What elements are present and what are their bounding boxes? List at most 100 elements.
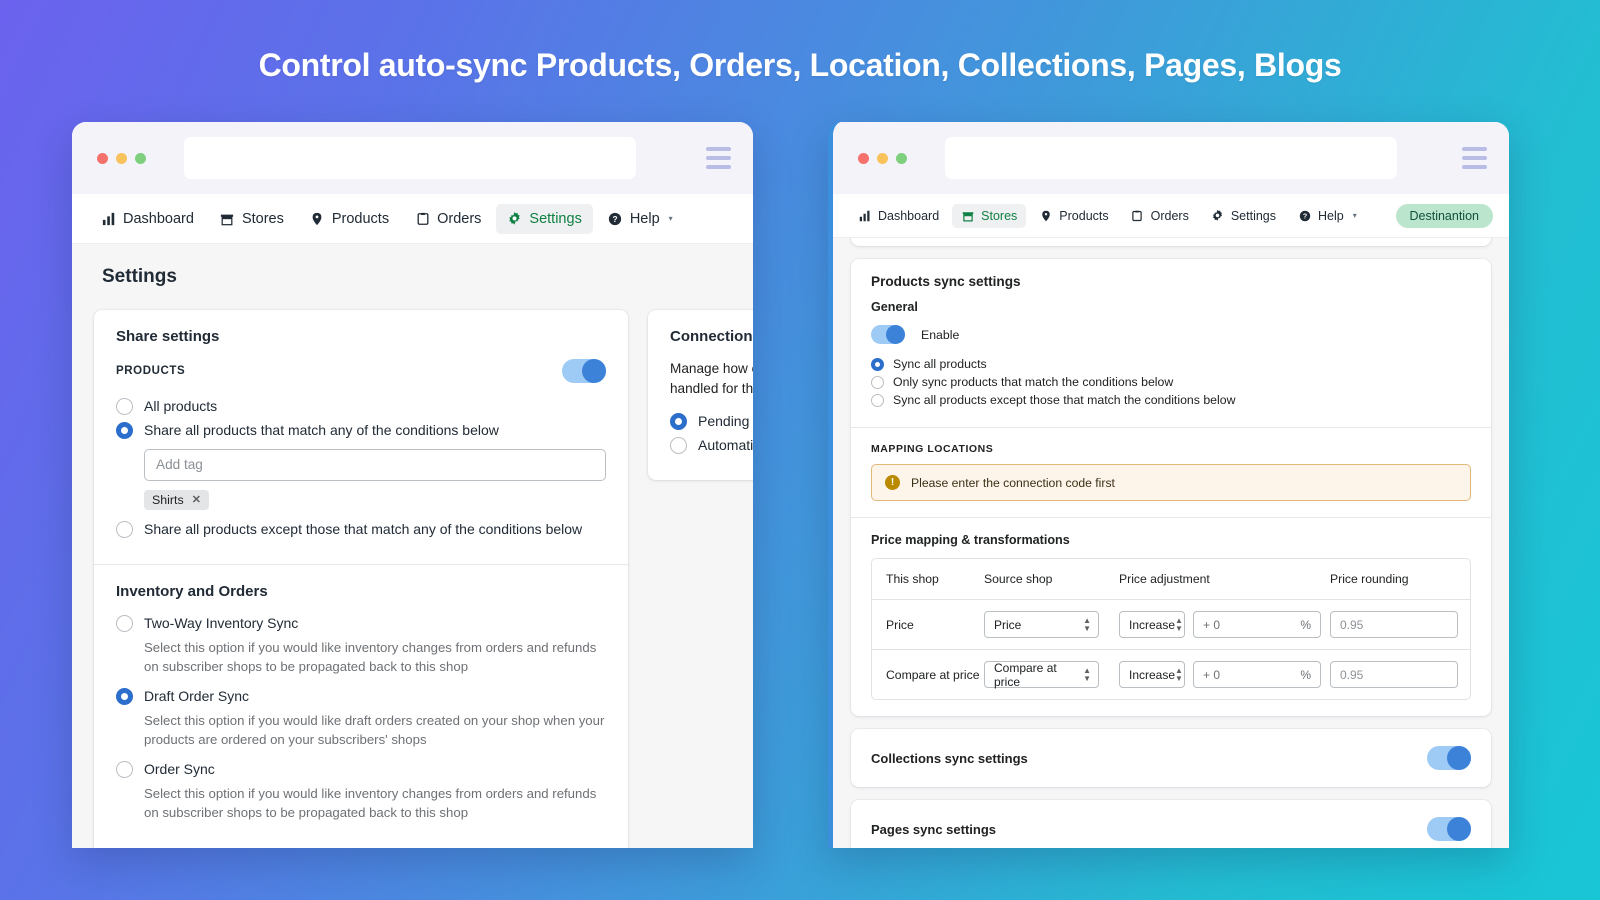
radio-option-two-way-inventory-sync[interactable]: Two-Way Inventory Sync [116, 614, 606, 633]
nav-item-help[interactable]: ? Help ▾ [1289, 204, 1366, 228]
nav-item-products[interactable]: Products [299, 204, 400, 234]
products-label: PRODUCTS [116, 365, 186, 377]
connections-column: Connections Manage how connections are h… [648, 310, 753, 480]
price-rounding-input[interactable]: 0.95 [1330, 661, 1458, 688]
chevron-down-icon: ▾ [668, 214, 673, 223]
connections-description: Manage how connections are handled for t… [670, 361, 753, 397]
radio-option-pending-moderation[interactable]: Pending moderation [670, 412, 753, 431]
adjustment-value-input[interactable]: + 0 % [1193, 661, 1321, 688]
section-label: Collections sync settings [871, 750, 1028, 766]
collections-sync-row: Collections sync settings [851, 729, 1491, 787]
maximize-window-dot[interactable] [135, 152, 146, 164]
cell-source-shop: Price ▲ ▼ [984, 600, 1119, 649]
source-shop-select[interactable]: Compare at price ▲ ▼ [984, 661, 1099, 689]
clipped-card: No action performed, leave the product h… [851, 238, 1491, 246]
settings-main-column: Share settings PRODUCTS All products Sha… [94, 310, 628, 848]
option-label: Share all products that match any of the… [144, 421, 499, 438]
nav-label: Help [1318, 208, 1344, 223]
nav-label: Help [629, 210, 660, 227]
table-header-row: This shop Source shop Price adjustment P… [872, 559, 1470, 599]
radio-option-except-conditions[interactable]: Share all products except those that mat… [116, 520, 606, 539]
nav-item-orders[interactable]: Orders [1122, 204, 1198, 228]
pages-sync-card[interactable]: Pages sync settings [851, 800, 1491, 848]
sync-sections-wrapper: Collections sync settings Pages sync set… [833, 729, 1509, 848]
adjustment-mode-select[interactable]: Increase ▲ ▼ [1119, 661, 1185, 688]
nav-item-stores[interactable]: Stores [209, 204, 295, 234]
adjustment-mode-select[interactable]: Increase ▲ ▼ [1119, 611, 1185, 638]
adjustment-value-input[interactable]: + 0 % [1193, 611, 1321, 638]
cell-price-rounding: 0.95 [1330, 650, 1470, 699]
column-header-price-adjustment: Price adjustment [1119, 572, 1210, 586]
price-mapping-section: Price mapping & transformations This sho… [851, 517, 1491, 716]
connections-card: Connections Manage how connections are h… [648, 310, 753, 480]
menu-icon[interactable] [706, 147, 731, 169]
products-sync-wrapper: Products sync settings General Enable Sy… [833, 259, 1509, 716]
address-bar[interactable] [184, 137, 636, 179]
collections-sync-toggle[interactable] [1427, 746, 1471, 770]
close-icon[interactable]: ✕ [192, 493, 201, 506]
minimize-window-dot[interactable] [116, 152, 127, 164]
minimize-window-dot[interactable] [877, 152, 888, 164]
products-toggle[interactable] [562, 359, 606, 383]
products-sync-title: Products sync settings [871, 274, 1021, 289]
nav-item-help[interactable]: ? Help ▾ [597, 204, 684, 234]
radio-option-order-sync[interactable]: Order Sync [116, 760, 606, 779]
radio-indicator [116, 421, 133, 439]
enable-toggle[interactable] [871, 325, 905, 344]
nav-item-orders[interactable]: Orders [404, 204, 492, 234]
left-app-nav: Dashboard Stores Products Orders Setting… [72, 194, 753, 244]
connections-title: Connections [670, 328, 753, 345]
nav-item-dashboard[interactable]: Dashboard [90, 204, 205, 234]
pages-sync-toggle[interactable] [1427, 817, 1471, 841]
settings-columns: Share settings PRODUCTS All products Sha… [72, 310, 753, 848]
close-window-dot[interactable] [97, 152, 108, 164]
tag-chip-shirts[interactable]: Shirts ✕ [144, 489, 209, 510]
right-browser-window: Dashboard Stores Products Orders Setting… [828, 122, 1509, 848]
mapping-locations-label: MAPPING LOCATIONS [871, 443, 994, 455]
page-title: Control auto-sync Products, Orders, Loca… [258, 47, 1342, 83]
source-shop-select[interactable]: Price ▲ ▼ [984, 611, 1099, 638]
collections-sync-card[interactable]: Collections sync settings [851, 729, 1491, 787]
radio-indicator [670, 412, 687, 430]
menu-icon[interactable] [1462, 147, 1487, 169]
radio-option-only-sync-matching[interactable]: Only sync products that match the condit… [871, 375, 1471, 389]
radio-option-draft-order-sync[interactable]: Draft Order Sync [116, 687, 606, 706]
browser-chrome-bar [833, 122, 1509, 194]
add-tag-input[interactable]: Add tag [144, 448, 606, 481]
option-label: Draft Order Sync [144, 687, 250, 704]
order-icon [1131, 209, 1144, 222]
maximize-window-dot[interactable] [896, 152, 907, 164]
option-label: Automatically accept [698, 436, 753, 453]
nav-item-settings[interactable]: Settings [1202, 204, 1285, 228]
close-window-dot[interactable] [858, 152, 869, 164]
gear-icon [507, 211, 522, 226]
nav-item-stores[interactable]: Stores [952, 203, 1027, 228]
share-settings-title: Share settings [116, 328, 220, 345]
address-bar[interactable] [945, 137, 1397, 179]
option-label: Sync all products [893, 357, 987, 371]
radio-option-match-conditions[interactable]: Share all products that match any of the… [116, 421, 606, 440]
tag-icon [1039, 209, 1052, 222]
browser-chrome-bar [72, 122, 753, 194]
radio-option-all-products[interactable]: All products [116, 397, 606, 416]
price-mapping-table: This shop Source shop Price adjustment P… [871, 558, 1471, 700]
toggle-knob [1447, 746, 1471, 770]
nav-item-products[interactable]: Products [1030, 204, 1117, 228]
radio-option-sync-all-products[interactable]: Sync all products [871, 357, 1471, 371]
nav-label: Orders [1150, 208, 1189, 223]
nav-label: Products [1059, 208, 1109, 223]
option-label: Pending moderation [698, 412, 753, 429]
help-icon: ? [608, 211, 623, 226]
percent-unit: % [1300, 617, 1311, 632]
select-value: Increase [1129, 667, 1176, 682]
enable-toggle-row: Enable [871, 325, 1471, 344]
radio-option-sync-except-matching[interactable]: Sync all products except those that matc… [871, 393, 1471, 407]
radio-option-automatically-accept[interactable]: Automatically accept [670, 436, 753, 455]
price-rounding-input[interactable]: 0.95 [1330, 611, 1458, 638]
gear-icon [1211, 209, 1224, 222]
option-label: Two-Way Inventory Sync [144, 614, 299, 631]
help-icon: ? [1298, 209, 1311, 222]
nav-item-dashboard[interactable]: Dashboard [849, 204, 948, 228]
inventory-orders-title: Inventory and Orders [116, 582, 268, 600]
nav-item-settings[interactable]: Settings [496, 203, 593, 234]
